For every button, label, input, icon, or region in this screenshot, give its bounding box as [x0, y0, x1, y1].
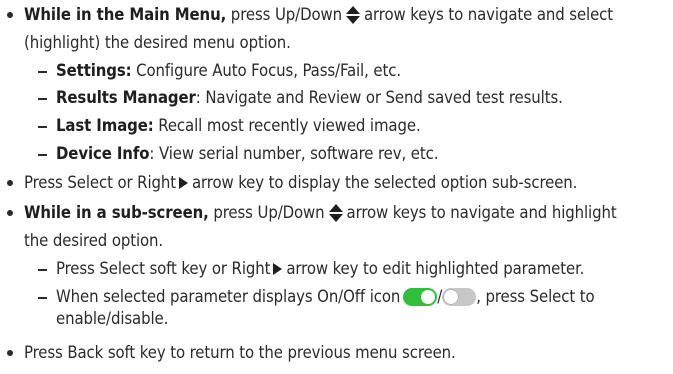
sub-screen-text-a: press Up/Down	[208, 203, 325, 222]
dash-marker	[38, 154, 47, 156]
list-item-main-menu: While in the Main Menu, press Up/Down arr…	[24, 5, 613, 26]
up-down-arrow-icon	[346, 5, 360, 24]
last-image-heading: Last Image:	[56, 116, 154, 135]
dash-marker	[38, 126, 47, 128]
edit-param-text-b: arrow key to edit highlighted parameter.	[286, 259, 585, 278]
results-manager-text: : Navigate and Review or Send saved test…	[195, 88, 563, 107]
main-menu-text-b: arrow keys to navigate and select	[364, 5, 614, 24]
main-menu-text-a: press Up/Down	[226, 5, 342, 24]
right-arrow-icon	[178, 177, 188, 189]
dash-marker	[38, 71, 47, 73]
toggle-param-text-a: When selected parameter displays On/Off …	[56, 287, 401, 306]
toggle-off-icon	[442, 288, 477, 306]
edit-param-text-a: Press Select soft key or Right	[56, 259, 271, 278]
list-item-device-info: Device Info: View serial number, softwar…	[56, 144, 438, 164]
list-item-settings: Settings: Configure Auto Focus, Pass/Fai…	[56, 61, 401, 81]
device-info-heading: Device Info	[56, 144, 150, 163]
dash-marker	[38, 297, 47, 299]
list-item-results-manager: Results Manager: Navigate and Review or …	[56, 88, 563, 108]
press-select-text-b: arrow key to display the selected option…	[191, 173, 578, 192]
device-info-text: : View serial number, software rev, etc.	[149, 144, 439, 163]
bullet-dot	[7, 180, 13, 186]
last-image-text: Recall most recently viewed image.	[153, 116, 421, 135]
list-item-sub-screen: While in a sub-screen, press Up/Down arro…	[24, 203, 617, 224]
up-down-arrow-icon	[328, 203, 343, 222]
settings-text: Configure Auto Focus, Pass/Fail, etc.	[131, 61, 401, 80]
list-item-toggle-parameter: When selected parameter displays On/Off …	[56, 287, 595, 307]
list-item-last-image: Last Image: Recall most recently viewed …	[56, 116, 421, 136]
bullet-dot	[7, 12, 13, 18]
sub-screen-continuation: the desired option.	[24, 231, 164, 250]
list-item-press-select: Press Select or Right arrow key to displa…	[24, 173, 577, 193]
list-item-press-back: Press Back soft key to return to the pre…	[24, 343, 456, 363]
dash-marker	[38, 269, 47, 271]
results-manager-heading: Results Manager	[56, 88, 196, 107]
sub-screen-heading: While in a sub-screen,	[24, 203, 209, 222]
press-select-text-a: Press Select or Right	[24, 173, 176, 192]
bullet-dot	[7, 210, 13, 216]
toggle-param-continuation: enable/disable.	[56, 309, 169, 328]
sub-screen-text-b: arrow keys to navigate and highlight	[346, 203, 617, 222]
press-back-text: Press Back soft key to return to the pre…	[24, 343, 456, 362]
toggle-param-text-b: , press Select to	[476, 287, 595, 306]
list-item-edit-parameter: Press Select soft key or Right arrow key …	[56, 259, 584, 279]
dash-marker	[38, 98, 47, 100]
main-menu-heading: While in the Main Menu,	[24, 5, 227, 24]
main-menu-continuation: (highlight) the desired menu option.	[24, 33, 291, 52]
bullet-dot	[7, 350, 13, 356]
toggle-on-icon	[403, 288, 438, 306]
right-arrow-icon	[273, 263, 283, 275]
settings-heading: Settings:	[56, 61, 132, 80]
